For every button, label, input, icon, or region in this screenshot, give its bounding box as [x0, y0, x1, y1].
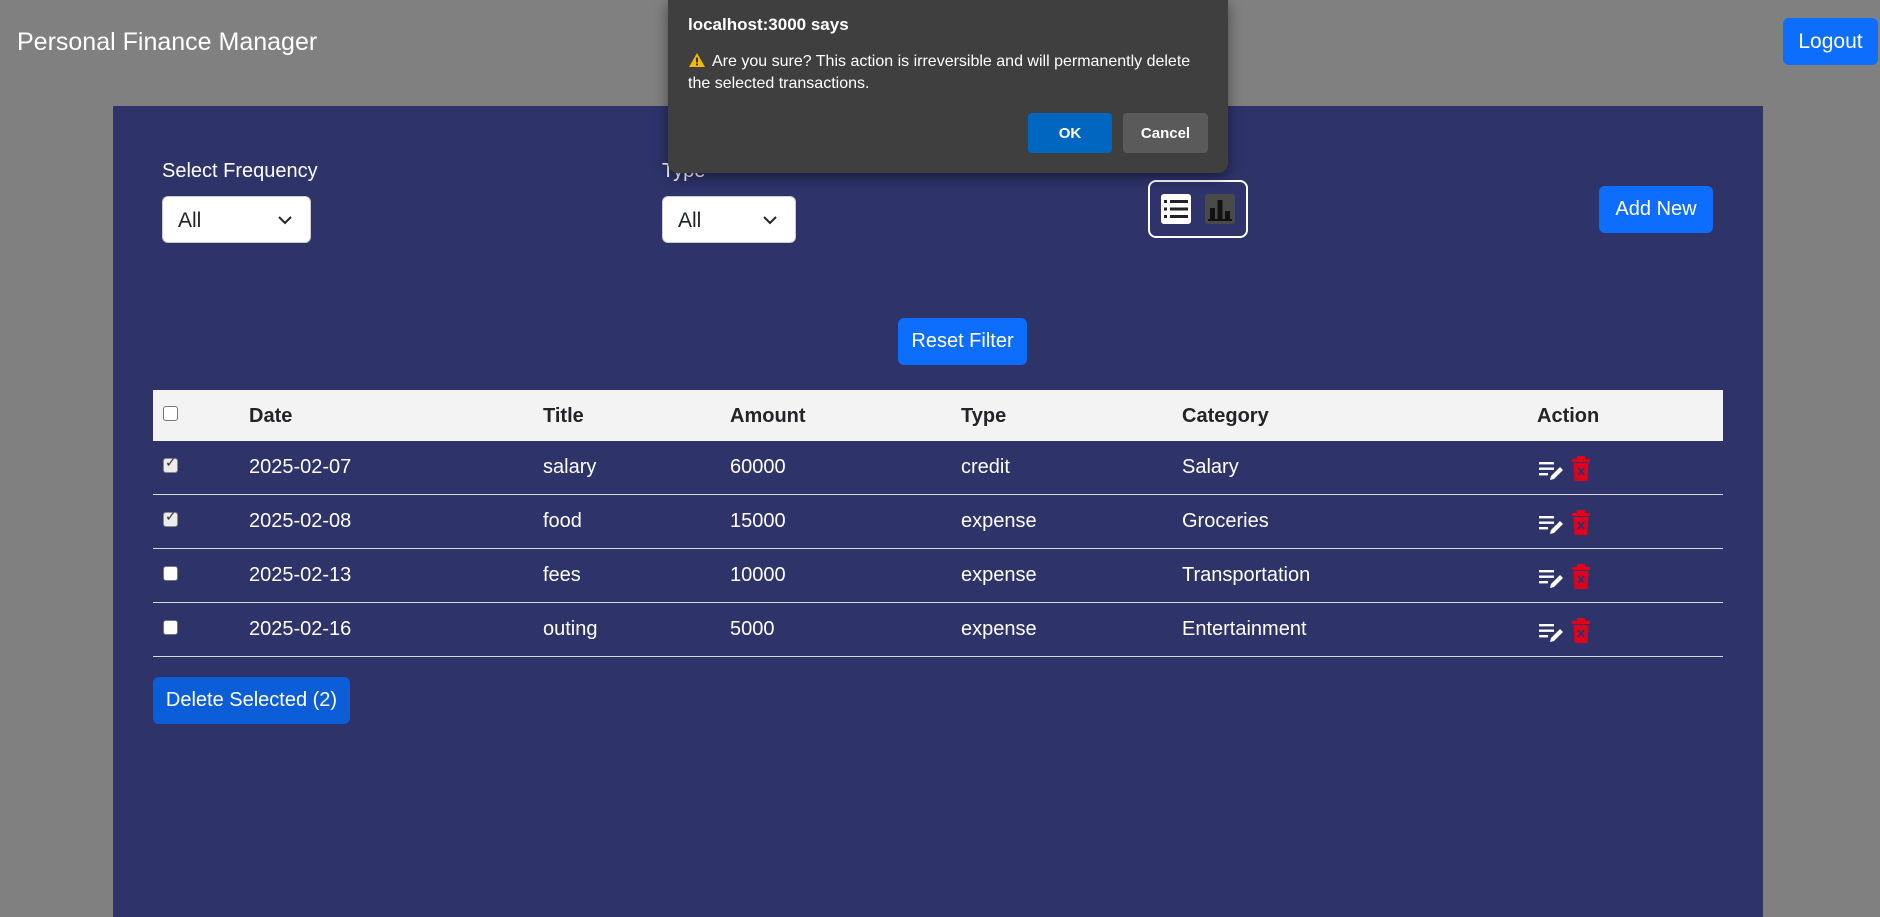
chevron-down-icon — [763, 216, 777, 225]
column-header-action: Action — [1537, 405, 1600, 427]
edit-icon[interactable] — [1539, 458, 1565, 482]
row-checkbox[interactable] — [163, 566, 178, 581]
add-new-button[interactable]: Add New — [1599, 186, 1713, 233]
cell-amount: 15000 — [730, 510, 786, 532]
column-header-type: Type — [961, 405, 1007, 427]
column-header-category: Category — [1182, 405, 1269, 427]
delete-icon[interactable] — [1571, 510, 1591, 536]
frequency-label: Select Frequency — [162, 160, 318, 182]
frequency-select[interactable]: All — [162, 196, 311, 243]
edit-icon[interactable] — [1539, 620, 1565, 644]
cell-date: 2025-02-07 — [249, 456, 352, 478]
cell-category: Entertainment — [1182, 618, 1307, 640]
cell-date: 2025-02-16 — [249, 618, 352, 640]
column-header-date: Date — [249, 405, 293, 427]
reset-filter-button[interactable]: Reset Filter — [898, 318, 1027, 365]
cell-amount: 10000 — [730, 564, 786, 586]
column-header-title: Title — [543, 405, 584, 427]
cell-title: salary — [543, 456, 597, 478]
row-checkbox[interactable] — [163, 509, 178, 527]
table-row: 2025-02-16 outing 5000 expense Entertain… — [153, 603, 1723, 657]
warning-icon — [689, 53, 705, 67]
delete-icon[interactable] — [1571, 564, 1591, 590]
table-row: 2025-02-13 fees 10000 expense Transporta… — [153, 549, 1723, 603]
select-all-checkbox[interactable] — [163, 406, 178, 421]
cell-type: credit — [961, 456, 1010, 478]
edit-icon[interactable] — [1539, 512, 1565, 536]
dialog-cancel-button[interactable]: Cancel — [1123, 113, 1208, 153]
dialog-title: localhost:3000 says — [688, 15, 849, 34]
type-select-value: All — [678, 209, 702, 232]
delete-icon[interactable] — [1571, 456, 1591, 482]
confirm-dialog: localhost:3000 says Are you sure? This a… — [668, 0, 1228, 173]
app-title: Personal Finance Manager — [17, 28, 318, 56]
cell-category: Transportation — [1182, 564, 1311, 586]
bar-chart-icon — [1208, 200, 1232, 221]
cell-amount: 5000 — [730, 618, 775, 640]
cell-category: Salary — [1182, 456, 1239, 478]
cell-title: outing — [543, 618, 598, 640]
row-checkbox[interactable] — [163, 455, 178, 473]
table-row: 2025-02-08 food 15000 expense Groceries — [153, 495, 1723, 549]
cell-title: fees — [543, 564, 581, 586]
cell-date: 2025-02-13 — [249, 564, 352, 586]
cell-category: Groceries — [1182, 510, 1269, 532]
row-checkbox[interactable] — [163, 620, 178, 635]
dialog-ok-button[interactable]: OK — [1028, 113, 1112, 153]
cell-type: expense — [961, 564, 1037, 586]
cell-title: food — [543, 510, 582, 532]
delete-icon[interactable] — [1571, 618, 1591, 644]
column-header-amount: Amount — [730, 405, 806, 427]
dialog-message-container: Are you sure? This action is irreversibl… — [688, 51, 1208, 95]
cell-type: expense — [961, 510, 1037, 532]
table-row: 2025-02-07 salary 60000 credit Salary — [153, 441, 1723, 495]
frequency-select-value: All — [178, 209, 202, 232]
chevron-down-icon — [278, 216, 292, 225]
delete-selected-button[interactable]: Delete Selected (2) — [153, 677, 350, 724]
type-select[interactable]: All — [662, 196, 796, 243]
cell-date: 2025-02-08 — [249, 510, 352, 532]
view-toggle — [1148, 180, 1248, 238]
dialog-message: Are you sure? This action is irreversibl… — [688, 53, 1191, 92]
table-header: Date Title Amount Type Category Action — [153, 390, 1723, 441]
cell-type: expense — [961, 618, 1037, 640]
cell-amount: 60000 — [730, 456, 786, 478]
chart-view-button[interactable] — [1205, 194, 1235, 224]
list-view-button[interactable] — [1161, 194, 1191, 224]
edit-icon[interactable] — [1539, 566, 1565, 590]
list-icon — [1164, 200, 1188, 218]
logout-button[interactable]: Logout — [1783, 18, 1878, 65]
